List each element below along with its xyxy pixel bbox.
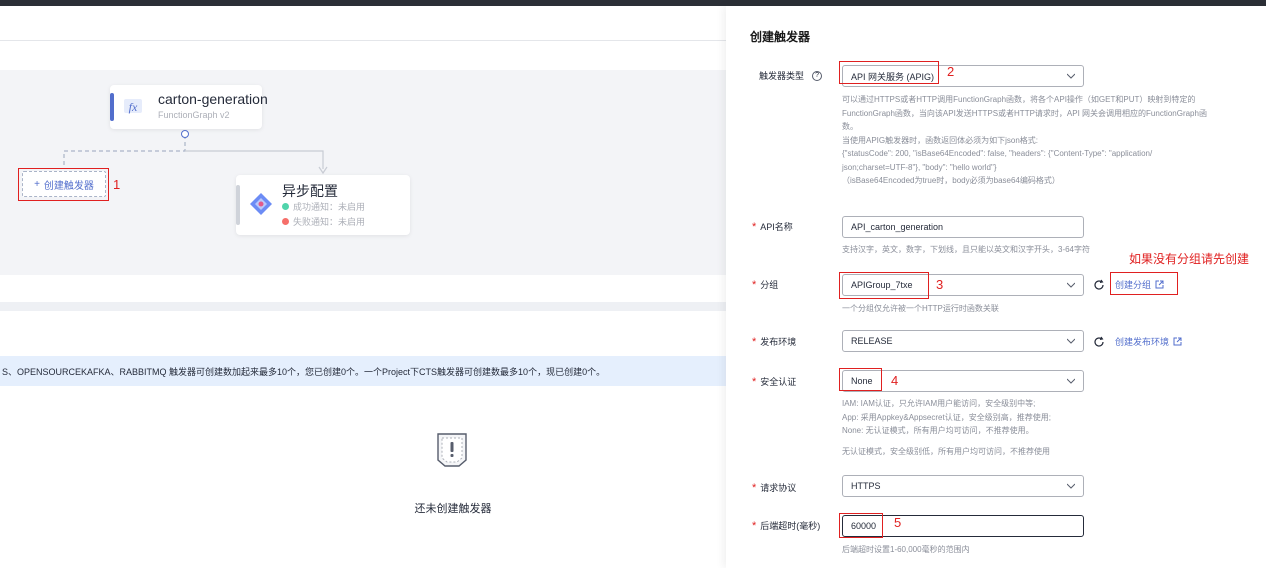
description-line: FunctionGraph函数，当向该API发送HTTPS或者HTTP请求时，A… (842, 108, 1207, 118)
protocol-label: * 请求协议 (752, 481, 796, 494)
required-mark: * (752, 335, 757, 348)
timeout-label-text: 后端超时(毫秒) (760, 521, 821, 531)
group-label-text: 分组 (760, 280, 779, 290)
environment-value: RELEASE (851, 336, 893, 346)
function-name: carton-generation (158, 91, 268, 107)
api-name-hint: 支持汉字，英文，数字，下划线，且只能以英文和汉字开头，3-64字符 (842, 245, 1091, 254)
description-line: （isBase64Encoded为true时，body必须为base64编码格式… (842, 176, 1060, 185)
success-notification-text: 成功通知：未启用 (293, 202, 366, 212)
annotation-box-create-group (1110, 272, 1178, 295)
node-accent-bar (110, 93, 114, 121)
auth-label-text: 安全认证 (760, 377, 797, 387)
auth-description: IAM: IAM认证，只允许IAM用户能访问，安全级别中等; App: 采用Ap… (842, 397, 1051, 438)
async-config-node[interactable]: 异步配置 成功通知：未启用 失败通知：未启用 (236, 175, 410, 235)
description-line: 数。 (842, 122, 858, 131)
annotation-box-4 (839, 368, 882, 391)
async-config-title: 异步配置 (282, 183, 338, 199)
failure-notification-text: 失败通知：未启用 (293, 217, 366, 227)
api-name-label-text: API名称 (760, 222, 793, 232)
auth-option-line: None: 无认证模式，所有用户均可访问，不推荐使用。 (842, 426, 1034, 435)
timeout-label: * 后端超时(毫秒) (752, 519, 820, 532)
auth-warning: 无认证模式，安全级别低，所有用户均可访问，不推荐使用 (842, 447, 1050, 456)
connector-port[interactable] (181, 130, 189, 138)
success-dot-icon (282, 203, 289, 210)
svg-text:fx: fx (129, 100, 138, 114)
drawer-title: 创建触发器 (750, 30, 811, 44)
chevron-down-icon (1067, 73, 1075, 79)
refresh-icon[interactable] (1093, 336, 1105, 348)
annotation-box-1 (18, 168, 109, 201)
annotation-number-3: 3 (936, 277, 944, 292)
annotation-box-5 (839, 513, 883, 538)
section-divider (0, 302, 726, 311)
node-accent-bar (236, 185, 240, 225)
header-divider (0, 40, 726, 41)
description-line: 当使用APIG触发器时，函数返回体必须为如下json格式: (842, 135, 1039, 145)
description-line: json;charset=UTF-8"}, "body": "hello wor… (842, 162, 997, 172)
description-line: 可以通过HTTPS或者HTTP调用FunctionGraph函数，将各个API操… (842, 95, 1196, 104)
required-mark: * (752, 481, 757, 494)
create-environment-link-text: 创建发布环境 (1115, 337, 1170, 347)
protocol-value: HTTPS (851, 481, 881, 491)
group-hint: 一个分组仅允许被一个HTTP运行时函数关联 (842, 304, 999, 313)
description-line: {"statusCode": 200, "isBase64Encoded": f… (842, 149, 1153, 158)
annotation-number-2: 2 (947, 64, 955, 79)
required-mark: * (752, 278, 757, 291)
annotation-box-3 (839, 272, 929, 299)
api-name-label: * API名称 (752, 220, 793, 233)
api-name-input[interactable]: API_carton_generation (842, 216, 1084, 238)
annotation-box-2 (839, 61, 939, 84)
auth-option-line: App: 采用Appkey&Appsecret认证，安全级别高，推荐使用; (842, 412, 1051, 422)
workflow-page: fx carton-generation FunctionGraph v2 + … (0, 6, 726, 568)
refresh-icon[interactable] (1093, 279, 1105, 291)
trigger-type-label: 触发器类型 ? (759, 69, 823, 82)
environment-select[interactable]: RELEASE (842, 330, 1084, 352)
chevron-down-icon (1067, 483, 1075, 489)
api-name-value: API_carton_generation (851, 222, 944, 232)
help-icon[interactable]: ? (812, 70, 823, 81)
failure-dot-icon (282, 218, 289, 225)
auth-label: * 安全认证 (752, 375, 796, 388)
function-node[interactable]: fx carton-generation FunctionGraph v2 (110, 85, 268, 129)
environment-label-text: 发布环境 (760, 337, 797, 347)
annotation-number-1: 1 (113, 177, 121, 192)
required-mark: * (752, 375, 757, 388)
required-mark: * (752, 519, 757, 532)
protocol-label-text: 请求协议 (760, 483, 797, 493)
environment-label: * 发布环境 (752, 335, 796, 348)
protocol-select[interactable]: HTTPS (842, 475, 1084, 497)
async-config-icon (250, 193, 272, 215)
trigger-type-description: 可以通过HTTPS或者HTTP调用FunctionGraph函数，将各个API操… (842, 93, 1262, 188)
failure-notification-status: 失败通知：未启用 (282, 215, 365, 228)
functiongraph-icon: fx (124, 99, 142, 114)
group-label: * 分组 (752, 278, 778, 291)
trigger-quota-notice: S、OPENSOURCEKAFKA、RABBITMQ 触发器可创建数加起来最多1… (0, 356, 726, 386)
chevron-down-icon (1067, 378, 1075, 384)
required-mark: * (752, 220, 757, 233)
annotation-number-5: 5 (894, 515, 902, 530)
chevron-down-icon (1067, 338, 1075, 344)
create-trigger-drawer: 创建触发器 触发器类型 ? API 网关服务 (APIG) 2 可以通过HTTP… (726, 6, 1266, 568)
empty-state-icon (437, 433, 467, 467)
timeout-hint: 后端超时设置1-60,000毫秒的范围内 (842, 545, 970, 554)
external-link-icon (1173, 337, 1182, 346)
group-annotation-note: 如果没有分组请先创建 (1129, 252, 1250, 266)
create-environment-link[interactable]: 创建发布环境 (1115, 335, 1182, 348)
function-runtime: FunctionGraph v2 (158, 110, 230, 120)
success-notification-status: 成功通知：未启用 (282, 200, 365, 213)
annotation-number-4: 4 (891, 373, 899, 388)
trigger-type-label-text: 触发器类型 (759, 71, 805, 81)
empty-state-text: 还未创建触发器 (414, 503, 492, 515)
auth-option-line: IAM: IAM认证，只允许IAM用户能访问，安全级别中等; (842, 399, 1036, 408)
chevron-down-icon (1067, 282, 1075, 288)
